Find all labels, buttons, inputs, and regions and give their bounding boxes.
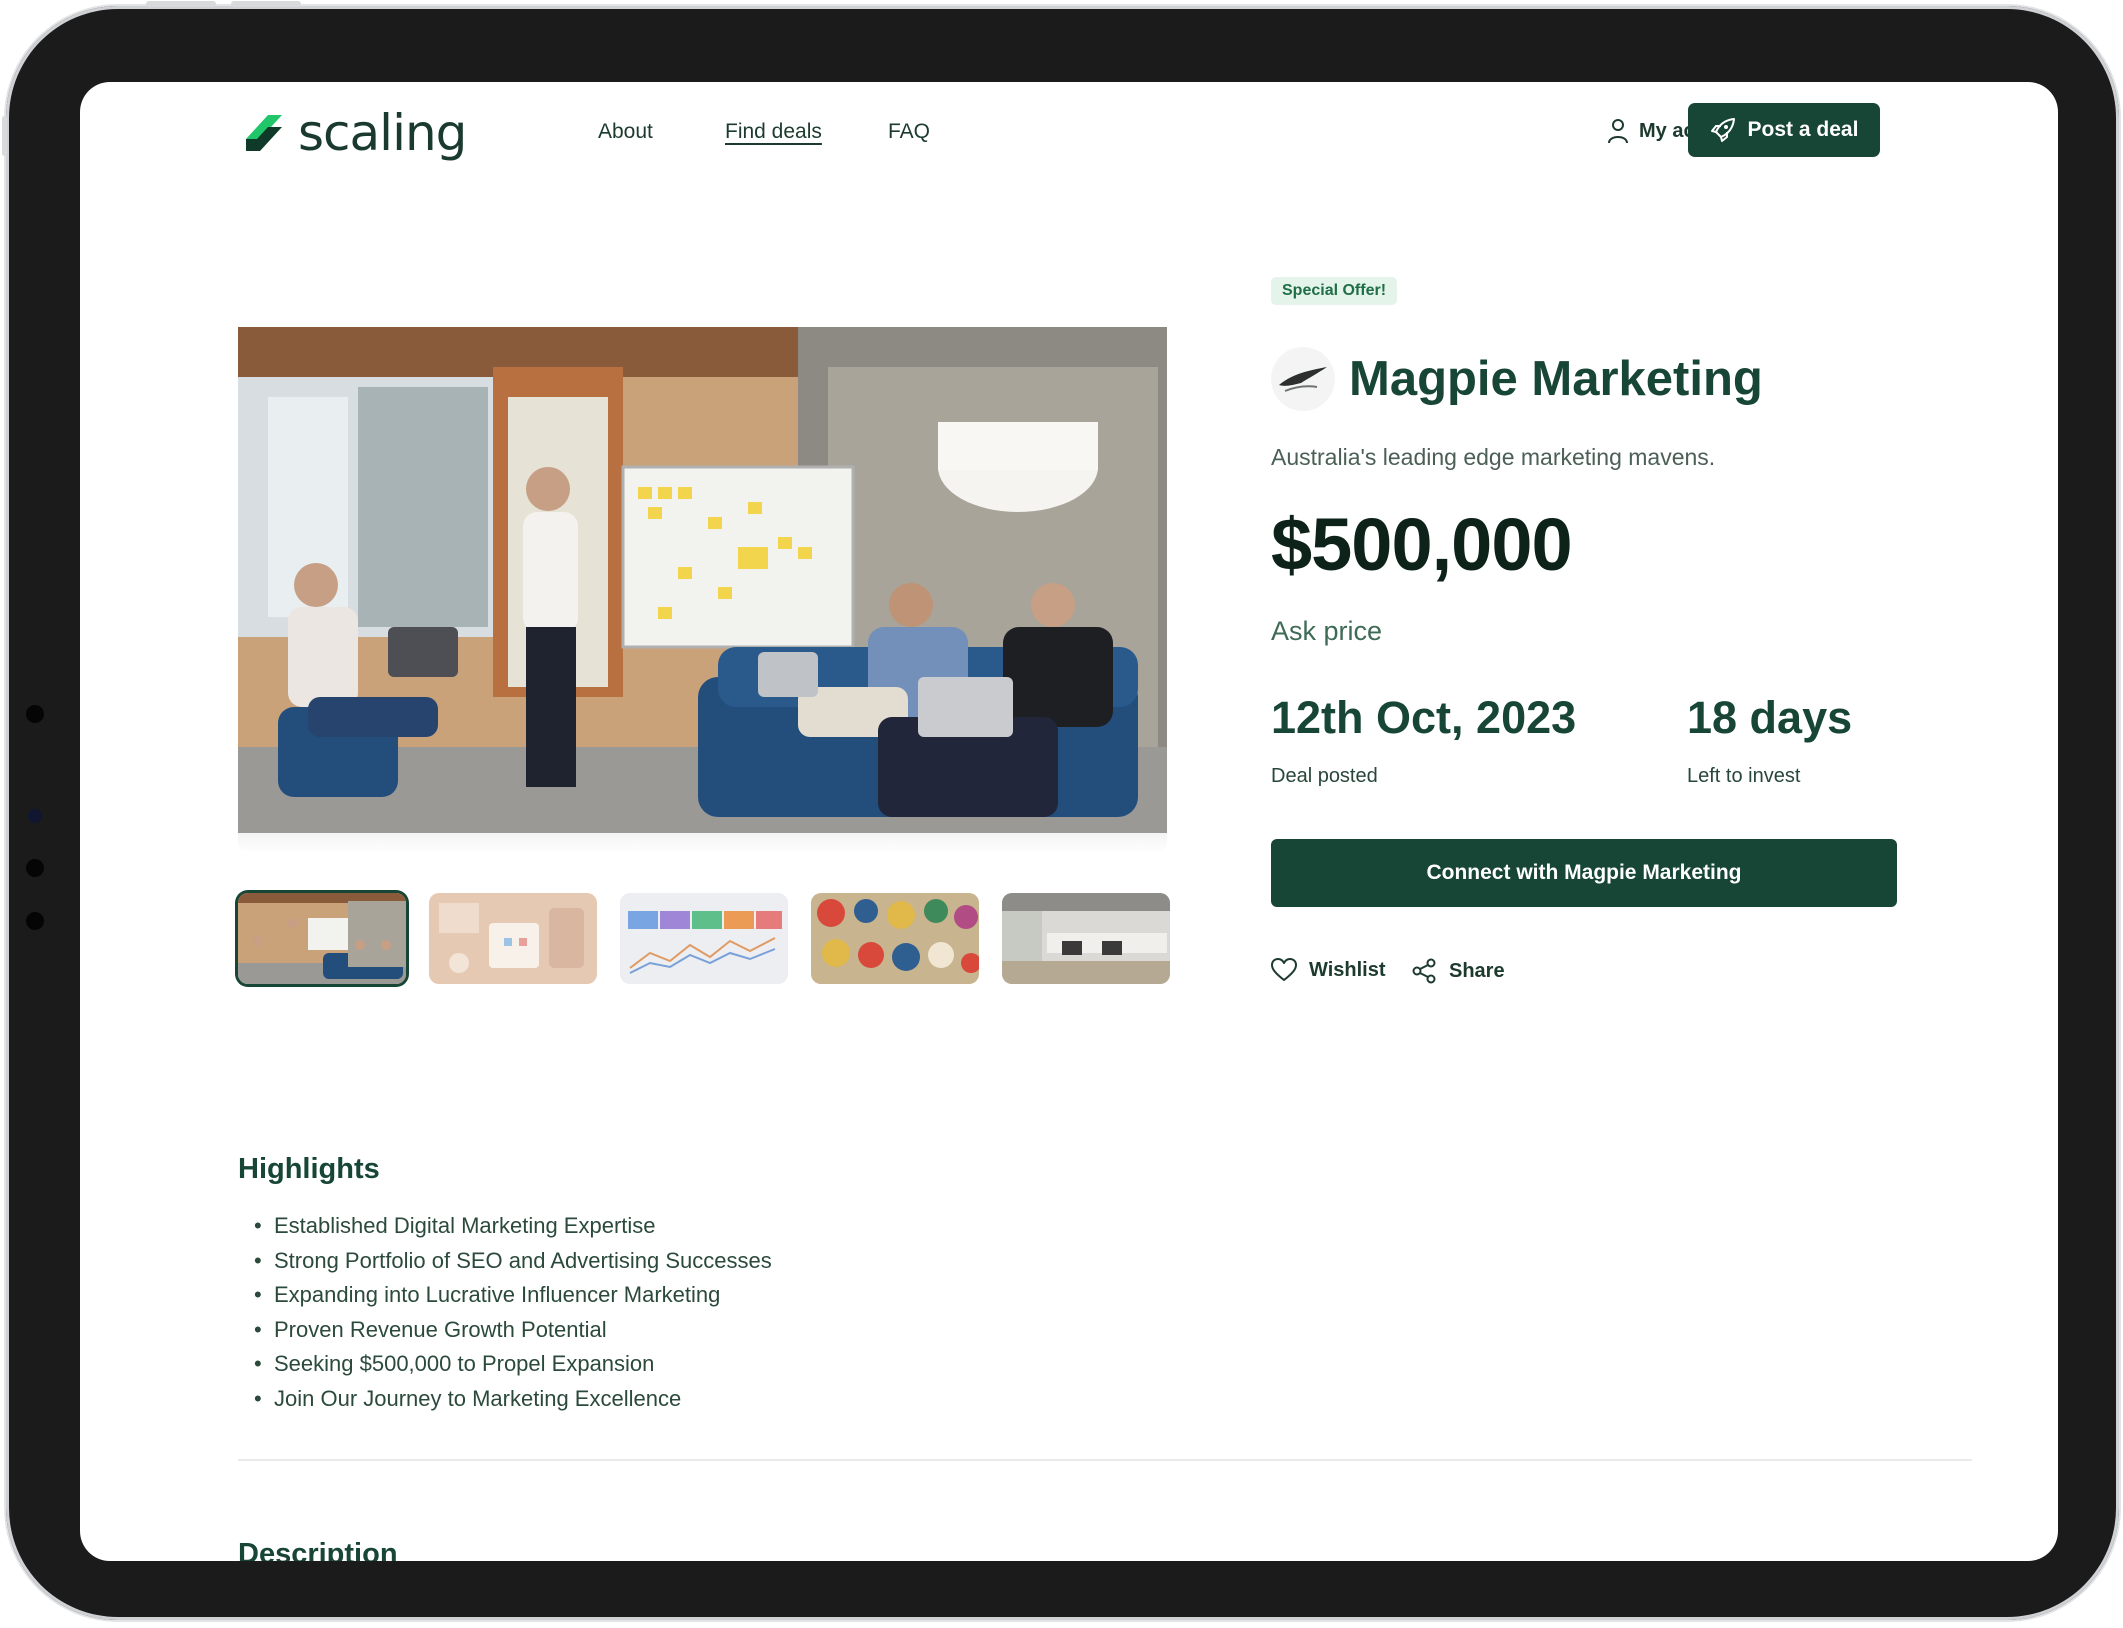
thumbnail-office-image	[238, 893, 406, 984]
section-divider	[238, 1459, 1972, 1461]
thumbnail-3[interactable]	[620, 893, 788, 984]
office-photo	[238, 327, 1167, 833]
days-left-value: 18 days	[1687, 692, 1853, 743]
ask-price-value: $500,000	[1271, 503, 1573, 586]
share-label: Share	[1449, 959, 1505, 982]
thumbnail-2[interactable]	[429, 893, 597, 984]
highlight-item: Established Digital Marketing Expertise	[254, 1209, 772, 1244]
share-icon	[1412, 958, 1436, 984]
top-nav: scaling About Find deals FAQ My account	[238, 103, 1972, 162]
thumbnail-stickers-image	[811, 893, 979, 984]
thumbnail-4[interactable]	[811, 893, 979, 984]
tablet-frame: scaling About Find deals FAQ My account	[2, 1, 2119, 1620]
post-deal-button[interactable]: Post a deal	[1688, 103, 1880, 157]
wishlist-button[interactable]: Wishlist	[1271, 958, 1386, 982]
highlights-list: Established Digital Marketing Expertise …	[254, 1209, 772, 1416]
camera-lens	[28, 809, 42, 823]
highlight-item: Join Our Journey to Marketing Excellence	[254, 1382, 772, 1417]
deal-posted-label: Deal posted	[1271, 765, 1378, 787]
hero-image[interactable]	[238, 327, 1167, 833]
magpie-bird-icon	[1279, 367, 1327, 392]
screen: scaling About Find deals FAQ My account	[80, 82, 2058, 1561]
ask-price-label: Ask price	[1271, 616, 1383, 646]
company-logo	[1271, 347, 1335, 411]
special-offer-badge: Special Offer!	[1271, 277, 1398, 305]
description-heading: Description	[238, 1538, 398, 1561]
company-name: Magpie Marketing	[1349, 352, 1763, 406]
highlight-item: Strong Portfolio of SEO and Advertising …	[254, 1244, 772, 1279]
logo-text: scaling	[298, 104, 467, 162]
connect-button[interactable]: Connect with Magpie Marketing	[1271, 839, 1897, 907]
scaling-logo-icon	[246, 115, 282, 151]
thumbnail-desk-image	[429, 893, 597, 984]
share-button[interactable]: Share	[1411, 958, 1505, 984]
highlight-item: Seeking $500,000 to Propel Expansion	[254, 1347, 772, 1382]
company-tagline: Australia's leading edge marketing maven…	[1271, 444, 1716, 470]
wishlist-label: Wishlist	[1309, 958, 1386, 981]
highlight-item: Expanding into Lucrative Influencer Mark…	[254, 1278, 772, 1313]
hero-shadow	[238, 833, 1167, 853]
highlights-heading: Highlights	[238, 1153, 380, 1185]
top-button	[146, 1, 216, 7]
days-left-label: Left to invest	[1687, 765, 1801, 787]
side-button	[2, 116, 7, 156]
heart-icon	[1271, 958, 1297, 981]
deal-title-row: Magpie Marketing	[1271, 347, 1763, 411]
nav-link-about[interactable]: About	[598, 120, 653, 144]
sensor-dot	[26, 705, 44, 723]
thumbnail-5[interactable]	[1002, 893, 1170, 984]
rocket-icon	[1710, 118, 1735, 142]
sensor-dot	[26, 912, 44, 930]
logo[interactable]: scaling	[238, 104, 467, 162]
thumbnail-dashboard-image	[620, 893, 788, 984]
top-button	[231, 1, 301, 7]
deal-posted-value: 12th Oct, 2023	[1271, 692, 1577, 743]
sensor-dot	[26, 859, 44, 877]
nav-link-find-deals[interactable]: Find deals	[725, 120, 822, 144]
user-icon	[1608, 119, 1628, 144]
post-deal-label: Post a deal	[1747, 118, 1859, 141]
highlight-item: Proven Revenue Growth Potential	[254, 1313, 772, 1348]
thumbnail-open-office-image	[1002, 893, 1170, 984]
nav-link-faq[interactable]: FAQ	[888, 120, 930, 144]
thumbnail-1[interactable]	[238, 893, 406, 984]
